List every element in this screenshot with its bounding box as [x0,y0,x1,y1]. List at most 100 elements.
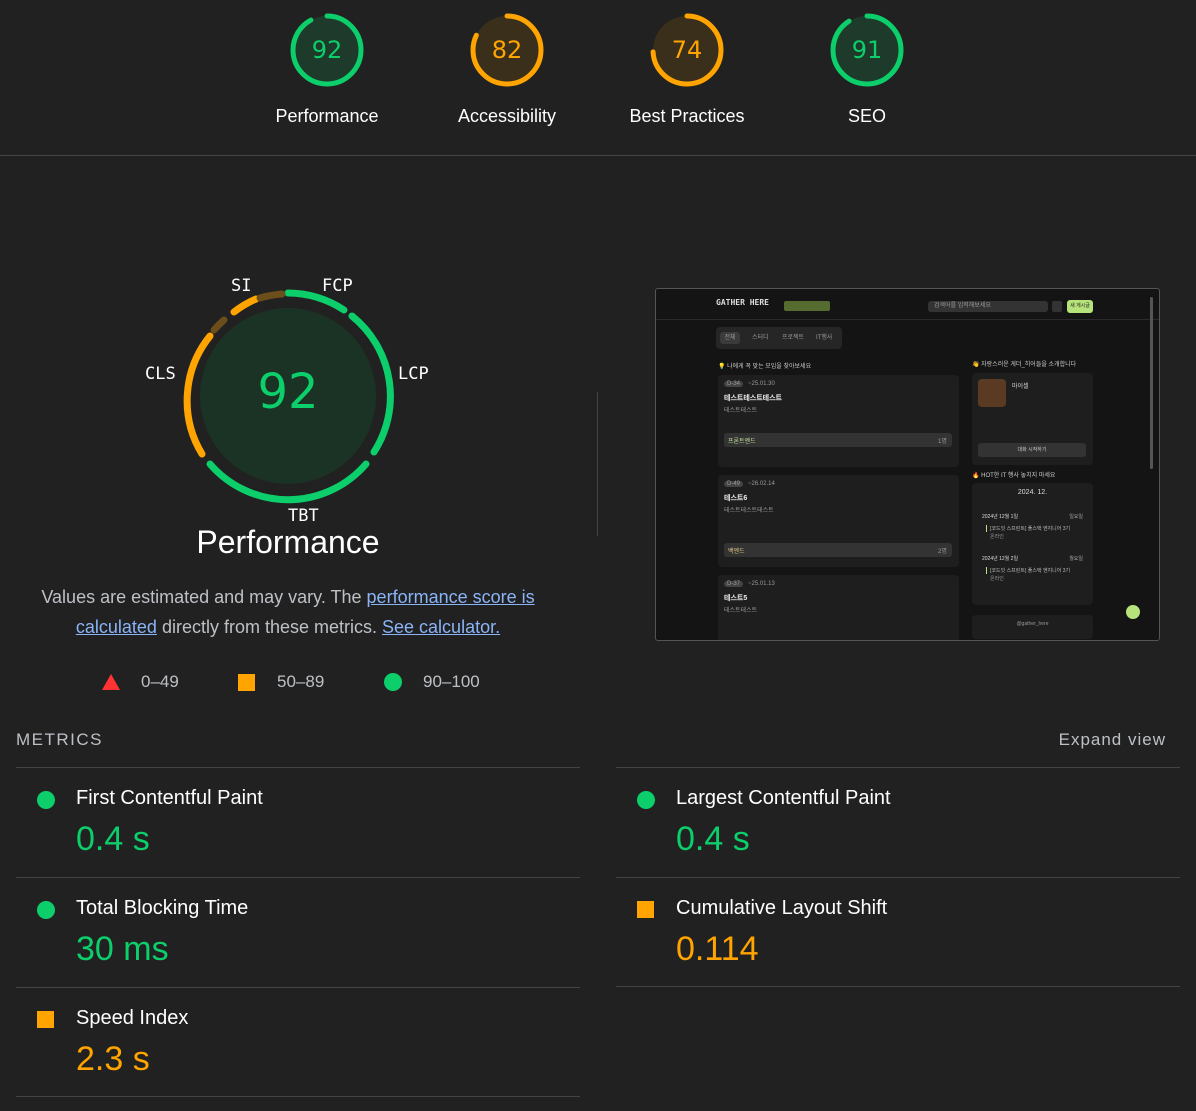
gauge-seo[interactable]: 91 SEO [787,12,947,127]
ss-event-title: [코드잇 스프린트] 풀스택 엔지니어 3기 [986,525,1070,532]
legend-label: 50–89 [277,672,325,691]
ss-card-count: 1명 [938,439,947,445]
ss-card-tag: 프론트엔드 [728,439,756,445]
ss-card-badge: D-49 [724,481,744,487]
legend-label: 0–49 [141,672,179,691]
metric-fcp: First Contentful Paint 0.4 s [16,767,580,877]
ss-calendar: 2024. 12. 2024년 12월 1일 일요일 [코드잇 스프린트] 풀스… [972,483,1093,605]
description-text: directly from these metrics. [156,617,383,637]
circle-icon [37,901,55,919]
legend-label: 90–100 [423,672,480,691]
metrics-heading: METRICS [16,730,103,749]
ss-tab: 프로젝트 [782,335,805,341]
ss-scrollbar [1150,297,1153,469]
ss-profile-card: 마이셀 대화 시작하기 [972,373,1093,465]
see-calculator-link[interactable]: See calculator. [382,617,500,637]
si-arc [230,295,260,316]
metric-value: 0.4 s [676,820,750,858]
ss-card-date: ~25.01.30 [748,381,775,387]
legend-pass: 90–100 [384,672,480,692]
ss-search-input: 검색어를 입력해보세요 [928,301,1048,312]
gauge-label-lcp: LCP [398,364,429,384]
ss-footer-text: @gather_here [1016,621,1049,627]
gauge-performance[interactable]: 92 Performance [247,12,407,127]
metric-value: 30 ms [76,930,169,968]
legend-average: 50–89 [238,672,324,692]
ss-event-mode: 온라인 [990,576,1004,582]
gauge-label: Performance [275,106,379,126]
metric-value: 0.114 [676,930,759,968]
square-icon [238,673,255,691]
metric-name: First Contentful Paint [76,787,263,809]
metric-si: Speed Index 2.3 s [16,987,580,1097]
ss-card-date: ~26.02.14 [748,481,775,487]
gauge-label: SEO [847,106,886,126]
ss-search-placeholder: 검색어를 입력해보세요 [934,303,991,309]
gauge-label-tbt: TBT [288,506,319,526]
gauge-label-si: SI [231,276,252,296]
ss-card-title: 테스트6 [724,495,748,502]
triangle-icon [102,674,120,690]
square-icon [37,1011,54,1028]
metric-name: Largest Contentful Paint [676,787,891,809]
ss-profile-name: 마이셀 [1012,384,1029,390]
ss-calendar-month: 2024. 12. [1017,489,1048,496]
ss-chat-icon [1126,605,1140,619]
ss-card: D-37 ~25.01.13 테스트5 테스트테스트 [718,575,959,640]
ss-card-badge: D-34 [724,381,744,387]
performance-gauge: 92 SI FCP LCP TBT CLS [138,268,438,528]
ss-card: D-49 ~26.02.14 테스트6 테스트테스트테스트 백엔드 2명 [718,475,959,567]
divider [597,392,598,536]
ss-tab: 전체 [720,332,740,344]
ss-avatar [978,379,1006,407]
gauge-best-practices[interactable]: 74 Best Practices [607,12,767,127]
ss-card-date: ~25.01.13 [748,581,775,587]
description-text: Values are estimated and may vary. The [41,587,367,607]
ss-tabs: 전체 스터디 프로젝트 IT행사 [716,327,842,349]
expand-view-button[interactable]: Expand view [1059,730,1166,750]
metric-name: Cumulative Layout Shift [676,897,888,919]
legend-fail: 0–49 [102,672,179,692]
ss-card-count: 2명 [938,549,947,555]
ss-logo: GATHER HERE [716,298,769,307]
metric-name: Speed Index [76,1007,189,1029]
gauge-label-cls: CLS [145,364,176,384]
ss-chat-button: 대화 시작하기 [978,443,1086,457]
gauge-score: 74 [671,36,703,64]
ss-card-title: 테스트5 [724,595,748,602]
square-icon [637,901,654,918]
ss-tab: 스터디 [752,335,769,341]
metric-lcp: Largest Contentful Paint 0.4 s [616,767,1180,877]
ss-hot-section: 🔥 HOT한 IT 행사 놓치지 마세요 [972,473,1056,479]
final-screenshot[interactable]: GATHER HERE 검색어를 입력해보세요 새 게시글 전체 스터디 프로젝… [655,288,1160,641]
gauge-label: Best Practices [629,106,745,126]
score-description: Values are estimated and may vary. The p… [28,582,548,642]
ss-card-sub: 테스트테스트 [724,408,758,414]
circle-icon [37,791,55,809]
metric-tbt: Total Blocking Time 30 ms [16,877,580,987]
metric-cls: Cumulative Layout Shift 0.114 [616,877,1180,987]
ss-card-sub: 테스트테스트 [724,608,758,614]
ss-event-date: 2024년 12월 2일 [982,556,1019,562]
ss-footer: @gather_here [972,615,1093,639]
gauge-label: Accessibility [457,106,557,126]
metric-value: 2.3 s [76,1040,150,1078]
gauge-accessibility[interactable]: 82 Accessibility [427,12,587,127]
ss-event-date: 2024년 12월 1일 [982,514,1019,520]
ss-logo-badge [784,301,830,311]
ss-section-right: 👋 자랑스러운 게더_히어들을 소개합니다 [972,362,1077,368]
metric-name: Total Blocking Time [76,897,249,919]
ss-card-tag: 백엔드 [728,549,745,555]
metric-value: 0.4 s [76,820,150,858]
ss-card-badge: D-37 [724,581,744,587]
divider [616,986,1180,987]
gauge-score: 91 [851,36,883,64]
ss-edit-icon [1052,301,1062,312]
ss-card: D-34 ~25.01.30 테스트테스트테스트 테스트테스트 프론트엔드 1명 [718,375,959,467]
ss-new-post-button: 새 게시글 [1067,300,1093,313]
circle-icon [637,791,655,809]
performance-score: 92 [257,364,319,420]
divider [16,1096,580,1097]
ss-event-day: 일요일 [1069,514,1083,520]
gauge-score: 92 [311,36,343,64]
